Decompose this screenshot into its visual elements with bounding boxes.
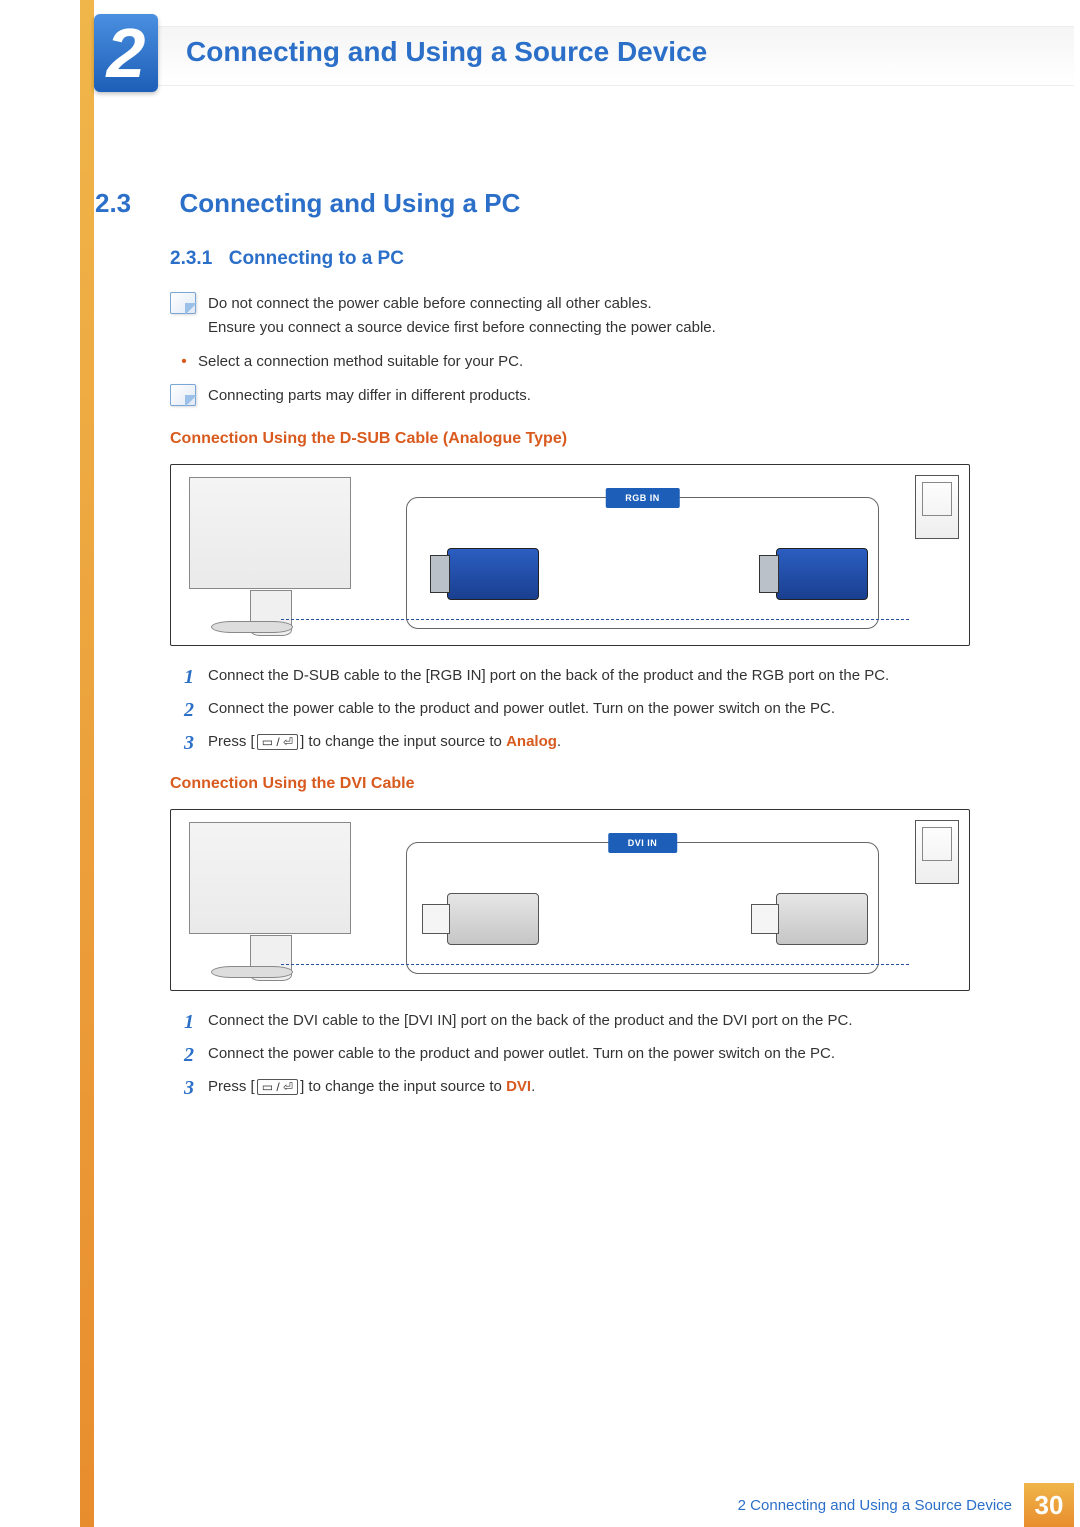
step-text: Connect the power cable to the product a…	[208, 700, 835, 717]
footer-chapter-ref: 2 Connecting and Using a Source Device	[738, 1497, 1012, 1514]
dsub-steps: Connect the D-SUB cable to the [RGB IN] …	[170, 664, 970, 754]
bullet-text: Select a connection method suitable for …	[198, 353, 523, 370]
content-area: Do not connect the power cable before co…	[170, 292, 970, 1117]
keyword-dvi: DVI	[506, 1078, 531, 1095]
bullet-list: Select a connection method suitable for …	[170, 350, 970, 374]
step-text-c: .	[557, 733, 561, 750]
page: 2 Connecting and Using a Source Device 2…	[0, 0, 1080, 1527]
step-2: Connect the power cable to the product a…	[170, 1042, 970, 1065]
step-text-b: ] to change the input source to	[300, 1078, 506, 1095]
monitor-base	[211, 621, 293, 633]
footer-chapter-title: Connecting and Using a Source Device	[750, 1497, 1012, 1514]
pc-tower-illustration	[915, 820, 959, 884]
bullet-item: Select a connection method suitable for …	[170, 350, 970, 374]
step-1: Connect the DVI cable to the [DVI IN] po…	[170, 1009, 970, 1032]
cable-line	[281, 619, 909, 620]
section-heading: 2.3 Connecting and Using a PC	[95, 188, 520, 219]
step-3: Press [▭ / ⏎] to change the input source…	[170, 1075, 970, 1098]
note-block-2: Connecting parts may differ in different…	[170, 384, 970, 408]
monitor-base	[211, 966, 293, 978]
pc-tower-illustration	[915, 475, 959, 539]
step-3: Press [▭ / ⏎] to change the input source…	[170, 730, 970, 753]
chapter-title: Connecting and Using a Source Device	[186, 36, 707, 68]
note-text: Connecting parts may differ in different…	[208, 384, 970, 408]
rear-panel: DVI IN	[406, 842, 879, 974]
subsection-heading: 2.3.1 Connecting to a PC	[170, 248, 404, 270]
step-1: Connect the D-SUB cable to the [RGB IN] …	[170, 664, 970, 687]
note-icon	[170, 292, 196, 314]
page-footer: 2 Connecting and Using a Source Device 3…	[94, 1483, 1074, 1527]
step-text: Connect the D-SUB cable to the [RGB IN] …	[208, 667, 889, 684]
chapter-number-badge: 2	[94, 14, 158, 92]
dvi-connector-left	[447, 893, 539, 945]
dsub-diagram: RGB IN	[170, 464, 970, 646]
step-text: Connect the DVI cable to the [DVI IN] po…	[208, 1012, 853, 1029]
subsection-title: Connecting to a PC	[229, 248, 404, 269]
source-button-icon: ▭ / ⏎	[257, 1079, 298, 1095]
page-number: 30	[1024, 1483, 1074, 1527]
rear-panel: RGB IN	[406, 497, 879, 629]
dsub-heading: Connection Using the D-SUB Cable (Analog…	[170, 426, 970, 452]
dvi-heading: Connection Using the DVI Cable	[170, 771, 970, 797]
dvi-in-port-label: DVI IN	[608, 833, 678, 853]
monitor-illustration	[189, 477, 351, 589]
step-text-a: Press [	[208, 733, 255, 750]
footer-chapter-num: 2	[738, 1497, 751, 1514]
section-title: Connecting and Using a PC	[179, 188, 520, 219]
dsub-connector-right	[776, 548, 868, 600]
step-2: Connect the power cable to the product a…	[170, 697, 970, 720]
cable-line	[281, 964, 909, 965]
step-text-a: Press [	[208, 1078, 255, 1095]
section-number: 2.3	[95, 188, 175, 219]
note-text-line-2: Ensure you connect a source device first…	[208, 316, 970, 340]
monitor-illustration	[189, 822, 351, 934]
left-accent-strip	[80, 0, 94, 1527]
dvi-connector-right	[776, 893, 868, 945]
subsection-number: 2.3.1	[170, 248, 212, 269]
note-text-line-1: Do not connect the power cable before co…	[208, 292, 970, 316]
step-text: Connect the power cable to the product a…	[208, 1045, 835, 1062]
step-text-b: ] to change the input source to	[300, 733, 506, 750]
source-button-icon: ▭ / ⏎	[257, 734, 298, 750]
dsub-connector-left	[447, 548, 539, 600]
dvi-diagram: DVI IN	[170, 809, 970, 991]
step-text-c: .	[531, 1078, 535, 1095]
dvi-steps: Connect the DVI cable to the [DVI IN] po…	[170, 1009, 970, 1099]
rgb-in-port-label: RGB IN	[605, 488, 680, 508]
note-block-1: Do not connect the power cable before co…	[170, 292, 970, 340]
note-icon	[170, 384, 196, 406]
keyword-analog: Analog	[506, 733, 557, 750]
